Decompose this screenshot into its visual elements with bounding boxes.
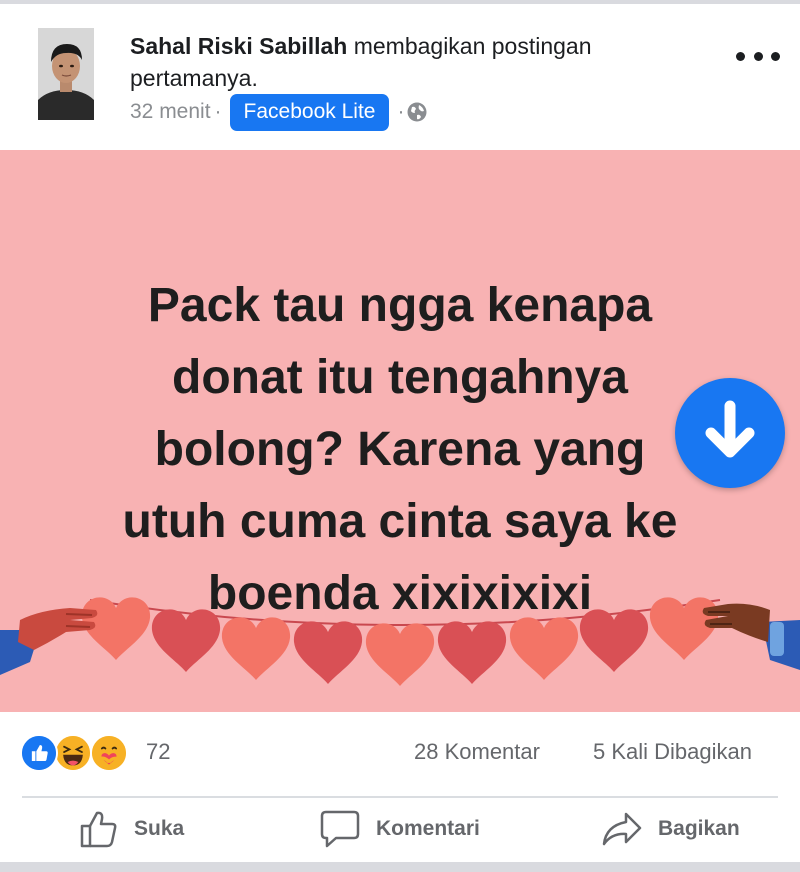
action-bar: Suka Komentari Bagikan	[0, 798, 800, 860]
feed-separator-bottom	[0, 862, 800, 872]
left-hand	[0, 608, 98, 675]
meta-separator-2: ·	[397, 100, 405, 123]
globe-icon	[406, 101, 428, 123]
source-badge: Facebook Lite	[229, 93, 390, 131]
hearts-garland	[0, 597, 800, 686]
heart-shape	[649, 597, 719, 660]
author-name[interactable]: Sahal Riski Sabillah	[130, 33, 347, 59]
heart-shape	[579, 609, 649, 672]
author-line: Sahal Riski Sabillah membagikan postinga…	[130, 30, 690, 94]
like-icon	[20, 734, 58, 772]
reactions-summary: 72 28 Komentar 5 Kali Dibagikan	[0, 712, 800, 796]
post-card: Sahal Riski Sabillah membagikan postinga…	[0, 0, 800, 872]
download-button[interactable]	[675, 378, 785, 488]
post-time[interactable]: 32 menit	[130, 100, 211, 124]
heart-shape	[221, 617, 291, 680]
haha-icon	[54, 734, 92, 772]
post-text-line: Pack tau ngga kenapa	[147, 279, 653, 332]
share-count[interactable]: 5 Kali Dibagikan	[593, 739, 752, 765]
heart-shape	[151, 609, 221, 672]
post-image[interactable]: Pack tau ngga kenapa donat itu tengahnya…	[0, 150, 800, 712]
more-options-button[interactable]	[736, 44, 780, 68]
comment-icon	[320, 810, 360, 848]
like-label: Suka	[134, 817, 185, 840]
heart-shape	[365, 623, 435, 686]
more-dot	[736, 51, 745, 61]
reaction-count[interactable]: 72	[146, 739, 170, 765]
like-button[interactable]: Suka	[78, 798, 184, 860]
reaction-icons[interactable]	[20, 734, 132, 774]
post-meta: 32 menit · Facebook Lite ·	[130, 92, 428, 132]
heart-shape	[509, 617, 579, 680]
heart-shape	[293, 621, 363, 684]
thumbs-up-icon	[80, 811, 117, 848]
post-text-line: donat itu tengahnya	[172, 351, 628, 404]
more-dot	[753, 51, 763, 61]
care-icon	[90, 734, 128, 772]
post-text-line: utuh cuma cinta saya ke	[122, 495, 678, 548]
meta-separator: ·	[214, 100, 222, 123]
download-icon	[705, 400, 755, 458]
comment-label: Komentari	[376, 817, 480, 840]
right-hand	[702, 603, 800, 670]
avatar[interactable]	[38, 28, 94, 120]
more-dot	[771, 51, 780, 61]
comment-count[interactable]: 28 Komentar	[414, 739, 540, 765]
heart-shape	[437, 621, 507, 684]
post-text-line: bolong? Karena yang	[154, 423, 646, 476]
share-label: Bagikan	[658, 817, 740, 840]
comment-button[interactable]: Komentari	[318, 798, 480, 860]
share-icon	[602, 812, 642, 846]
post-header: Sahal Riski Sabillah membagikan postinga…	[0, 4, 800, 146]
share-button[interactable]: Bagikan	[600, 798, 740, 860]
